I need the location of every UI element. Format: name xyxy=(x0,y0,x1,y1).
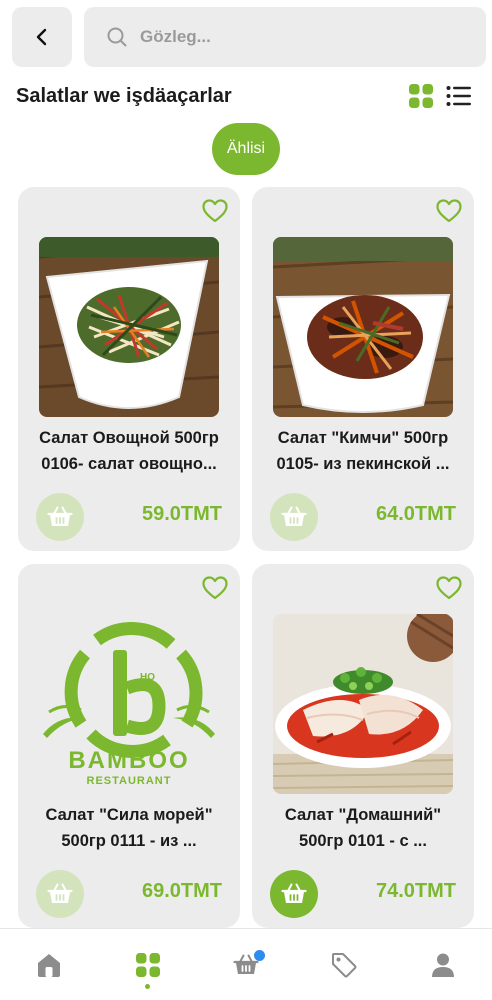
search-bar[interactable] xyxy=(84,7,486,67)
nav-categories[interactable] xyxy=(118,935,178,995)
product-name-line2: 0106- салат овощно... xyxy=(41,455,217,473)
product-card[interactable]: Салат "Домашний" 500гр 0101 - с ... 74.0… xyxy=(252,564,474,928)
heart-icon[interactable] xyxy=(436,576,462,600)
nav-home[interactable] xyxy=(19,935,79,995)
svg-text:HO: HO xyxy=(140,672,155,683)
vegetable-salad-photo xyxy=(39,237,219,417)
product-price: 74.0TMT xyxy=(375,880,456,902)
nav-cart[interactable] xyxy=(216,935,276,995)
cart-badge-dot xyxy=(253,949,265,961)
home-icon xyxy=(38,953,61,977)
basket-icon xyxy=(281,506,307,526)
section-title: Salatlar we işdäaçarlar xyxy=(16,84,232,107)
tag-icon xyxy=(332,952,357,977)
filter-chip-all[interactable]: Ählisi xyxy=(212,123,280,175)
add-to-cart-button[interactable] xyxy=(36,870,84,918)
heart-icon[interactable] xyxy=(436,199,462,223)
product-name: Салат "Кимчи" 500гр 0105- из пекинской .… xyxy=(258,425,468,477)
nav-offers[interactable] xyxy=(314,935,374,995)
product-name-line1: Салат "Домашний" xyxy=(284,806,442,824)
profile-icon xyxy=(431,953,454,977)
basket-icon xyxy=(47,883,73,903)
product-name-line2: 500гр 0101 - с ... xyxy=(299,832,427,850)
bottom-navigation xyxy=(0,928,492,1000)
back-button[interactable] xyxy=(12,7,72,67)
product-name: Салат Овощной 500гр 0106- салат овощно..… xyxy=(24,425,234,477)
product-name-line2: 0105- из пекинской ... xyxy=(276,455,450,473)
add-to-cart-button[interactable] xyxy=(270,493,318,541)
product-name: Салат "Сила морей" 500гр 0111 - из ... xyxy=(24,802,234,854)
chevron-left-icon xyxy=(36,28,47,46)
product-card[interactable]: HO GO BAMBOO RESTAURANT Салат "Сила море… xyxy=(18,564,240,928)
homemade-salad-photo xyxy=(273,614,453,794)
bamboo-restaurant-logo: HO GO BAMBOO RESTAURANT xyxy=(39,614,219,794)
kimchi-salad-photo xyxy=(273,237,453,417)
svg-text:GO: GO xyxy=(140,683,156,694)
nav-profile[interactable] xyxy=(413,935,473,995)
top-bar xyxy=(12,7,486,67)
heart-icon[interactable] xyxy=(202,199,228,223)
product-price: 69.0TMT xyxy=(141,880,222,902)
list-view-icon[interactable] xyxy=(446,85,472,107)
product-card[interactable]: Салат Овощной 500гр 0106- салат овощно..… xyxy=(18,187,240,551)
product-name-line2: 500гр 0111 - из ... xyxy=(61,832,197,850)
product-name-line1: Салат "Сила морей" xyxy=(45,806,213,824)
grid-view-icon[interactable] xyxy=(408,83,434,109)
product-name: Салат "Домашний" 500гр 0101 - с ... xyxy=(258,802,468,854)
product-card[interactable]: Салат "Кимчи" 500гр 0105- из пекинской .… xyxy=(252,187,474,551)
product-price: 64.0TMT xyxy=(375,503,456,525)
logo-brand-text: BAMBOO xyxy=(68,747,189,774)
section-header: Salatlar we işdäaçarlar xyxy=(16,80,472,112)
categories-icon xyxy=(135,952,160,977)
search-input[interactable] xyxy=(140,27,486,47)
logo-sub-text: RESTAURANT xyxy=(87,775,172,787)
search-icon xyxy=(107,27,127,47)
heart-icon[interactable] xyxy=(202,576,228,600)
active-indicator-dot xyxy=(144,983,150,989)
product-name-line1: Салат Овощной 500гр xyxy=(39,429,219,447)
view-toggles xyxy=(408,83,472,109)
basket-icon xyxy=(281,883,307,903)
add-to-cart-button[interactable] xyxy=(36,493,84,541)
product-name-line1: Салат "Кимчи" 500гр xyxy=(277,429,449,447)
basket-icon xyxy=(47,506,73,526)
product-price: 59.0TMT xyxy=(141,503,222,525)
add-to-cart-button[interactable] xyxy=(270,870,318,918)
